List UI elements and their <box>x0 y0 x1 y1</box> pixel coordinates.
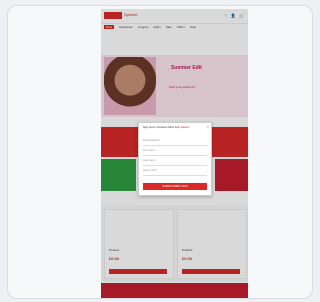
email-field[interactable]: Email address <box>143 139 207 146</box>
subscribe-button[interactable]: SUBSCRIBE NOW <box>143 183 207 190</box>
close-icon[interactable]: × <box>207 124 209 129</box>
first-name-field[interactable]: First name <box>143 149 207 156</box>
modal-title: Sign up for exclusive offers and updates <box>143 126 207 129</box>
modal-title-text: Sign up for exclusive offers and <box>143 126 180 129</box>
dob-field[interactable]: Date of birth <box>143 169 207 176</box>
signup-modal: × Sign up for exclusive offers and updat… <box>138 122 212 196</box>
modal-title-link[interactable]: updates <box>180 126 189 129</box>
mobile-page: Spinner ♡ 👤 🛒 Bras Nightwear Lingerie Sw… <box>101 9 248 298</box>
screenshot-card: Spinner ♡ 👤 🛒 Bras Nightwear Lingerie Sw… <box>7 5 313 299</box>
last-name-field[interactable]: Last name <box>143 159 207 166</box>
